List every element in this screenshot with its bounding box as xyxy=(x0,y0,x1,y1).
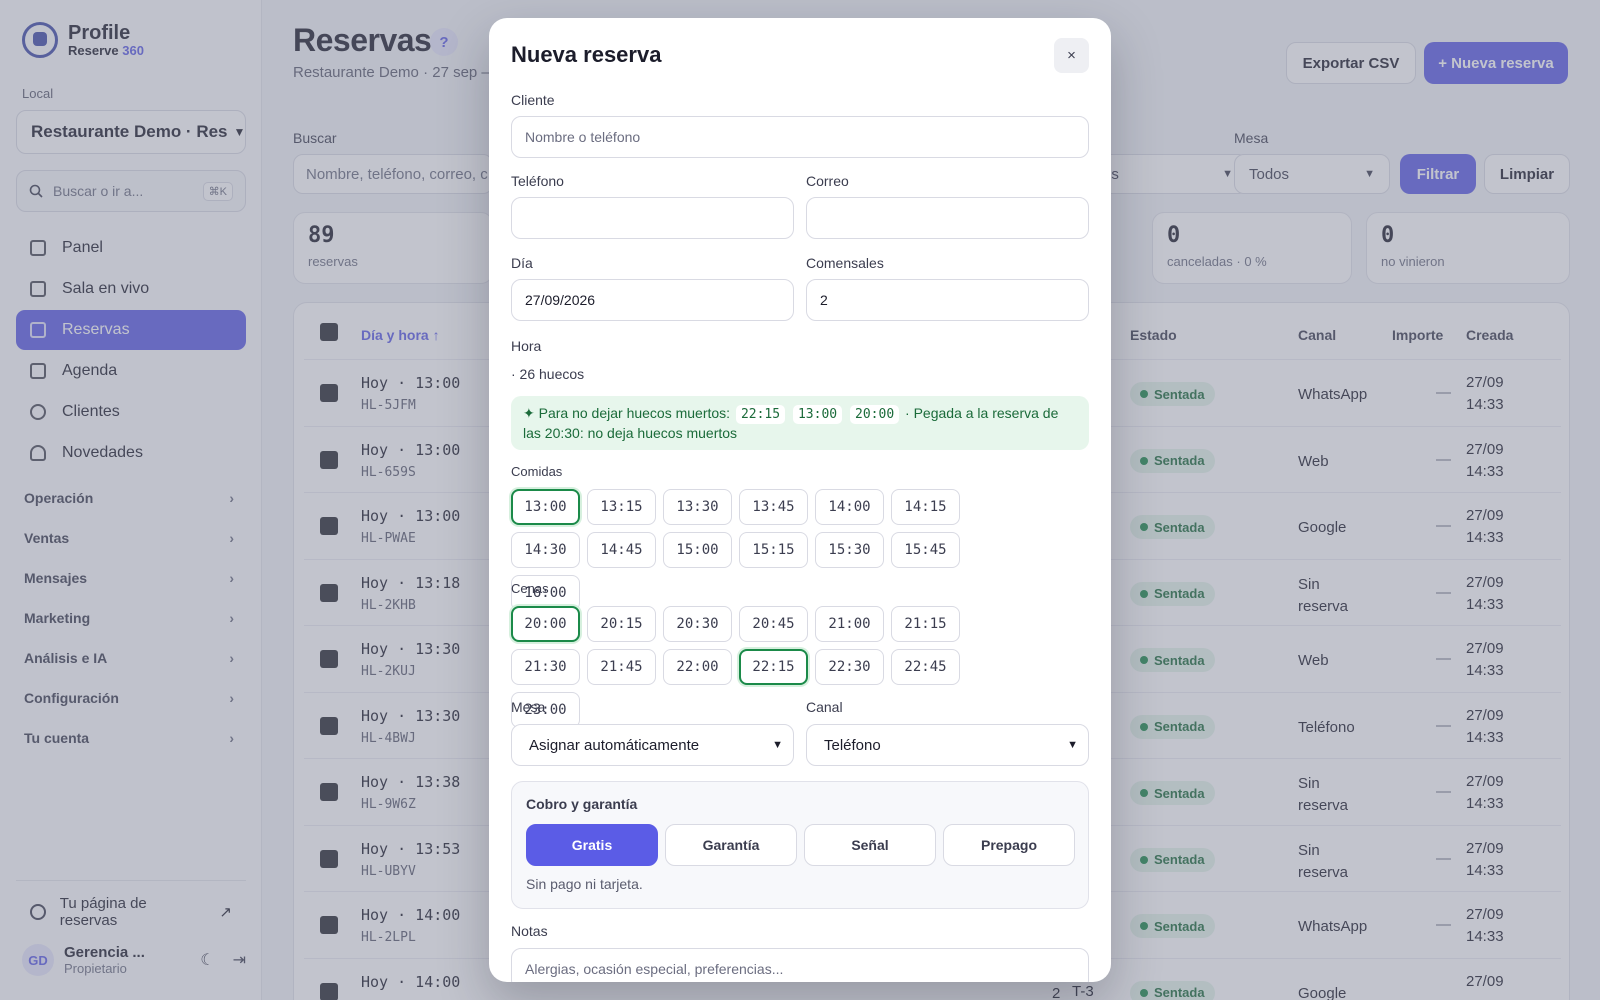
slots-count: · 26 huecos xyxy=(511,366,585,382)
new-reservation-modal: Nueva reserva × Cliente Nombre o teléfon… xyxy=(489,18,1111,982)
mesa-select[interactable]: Asignar automáticamente ▼ xyxy=(511,724,794,766)
time-slot-2015[interactable]: 20:15 xyxy=(587,606,656,642)
comensales-label: Comensales xyxy=(806,255,884,271)
payment-option-prepago[interactable]: Prepago xyxy=(943,824,1075,866)
hora-label: Hora xyxy=(511,338,542,354)
hint-prefix: ✦ Para no dejar huecos muertos: xyxy=(523,405,731,421)
canal-select-value: Teléfono xyxy=(824,736,881,754)
payment-option-gratis[interactable]: Gratis xyxy=(526,824,658,866)
time-slot-1430[interactable]: 14:30 xyxy=(511,532,580,568)
comidas-label: Comidas xyxy=(511,464,563,479)
correo-input[interactable] xyxy=(806,197,1089,239)
notas-input[interactable]: Alergias, ocasión especial, preferencias… xyxy=(511,948,1089,982)
time-slot-2200[interactable]: 22:00 xyxy=(663,649,732,685)
suggestion-hint: ✦ Para no dejar huecos muertos: 22:15 13… xyxy=(511,396,1089,450)
time-slot-2145[interactable]: 21:45 xyxy=(587,649,656,685)
time-slot-1445[interactable]: 14:45 xyxy=(587,532,656,568)
time-slot-2115[interactable]: 21:15 xyxy=(891,606,960,642)
telefono-input[interactable] xyxy=(511,197,794,239)
time-slot-1415[interactable]: 14:15 xyxy=(891,489,960,525)
time-slot-1300[interactable]: 13:00 xyxy=(511,489,580,525)
hint-chip[interactable]: 22:15 xyxy=(735,405,786,424)
time-slot-2030[interactable]: 20:30 xyxy=(663,606,732,642)
payment-options: Gratis Garantía Señal Prepago xyxy=(526,824,1075,866)
time-slot-1530[interactable]: 15:30 xyxy=(815,532,884,568)
cliente-label: Cliente xyxy=(511,92,555,108)
canal-label: Canal xyxy=(806,699,843,715)
time-slot-2000[interactable]: 20:00 xyxy=(511,606,580,642)
time-slot-1545[interactable]: 15:45 xyxy=(891,532,960,568)
time-slot-1500[interactable]: 15:00 xyxy=(663,532,732,568)
time-slot-2045[interactable]: 20:45 xyxy=(739,606,808,642)
hint-chip[interactable]: 20:00 xyxy=(850,405,900,424)
hint-chip[interactable]: 13:00 xyxy=(792,405,843,424)
payment-card: Cobro y garantía Gratis Garantía Señal P… xyxy=(511,781,1089,909)
payment-option-garantia[interactable]: Garantía xyxy=(665,824,797,866)
time-slot-1330[interactable]: 13:30 xyxy=(663,489,732,525)
cenas-slots: 20:00 20:15 20:30 20:45 21:00 21:15 21:30 21:45… xyxy=(511,606,1031,728)
dia-label: Día xyxy=(511,255,533,271)
canal-select[interactable]: Teléfono ▼ xyxy=(806,724,1089,766)
time-slot-2100[interactable]: 21:00 xyxy=(815,606,884,642)
time-slot-2215[interactable]: 22:15 xyxy=(739,649,808,685)
time-slot-1400[interactable]: 14:00 xyxy=(815,489,884,525)
mesa-select-value: Asignar automáticamente xyxy=(529,736,700,754)
chevron-down-icon: ▼ xyxy=(772,739,783,751)
close-icon[interactable]: × xyxy=(1054,38,1089,73)
time-slot-1345[interactable]: 13:45 xyxy=(739,489,808,525)
time-slot-2230[interactable]: 22:30 xyxy=(815,649,884,685)
time-slot-1315[interactable]: 13:15 xyxy=(587,489,656,525)
date-input[interactable]: 27/09/2026 xyxy=(511,279,794,321)
comensales-input[interactable]: 2 xyxy=(806,279,1089,321)
time-slot-2245[interactable]: 22:45 xyxy=(891,649,960,685)
mesa-label: Mesa xyxy=(511,699,546,715)
payment-title: Cobro y garantía xyxy=(526,796,638,812)
time-slot-2130[interactable]: 21:30 xyxy=(511,649,580,685)
comidas-slots: 13:00 13:15 13:30 13:45 14:00 14:15 14:30 14:45… xyxy=(511,489,1031,611)
payment-option-senal[interactable]: Señal xyxy=(804,824,936,866)
cliente-input[interactable]: Nombre o teléfono xyxy=(511,116,1089,158)
cenas-label: Cenas xyxy=(511,581,549,596)
correo-label: Correo xyxy=(806,173,849,189)
modal-title: Nueva reserva xyxy=(511,42,662,67)
chevron-down-icon: ▼ xyxy=(1067,739,1078,751)
payment-description: Sin pago ni tarjeta. xyxy=(526,876,643,892)
time-slot-1515[interactable]: 15:15 xyxy=(739,532,808,568)
telefono-label: Teléfono xyxy=(511,173,564,189)
notas-label: Notas xyxy=(511,923,548,939)
